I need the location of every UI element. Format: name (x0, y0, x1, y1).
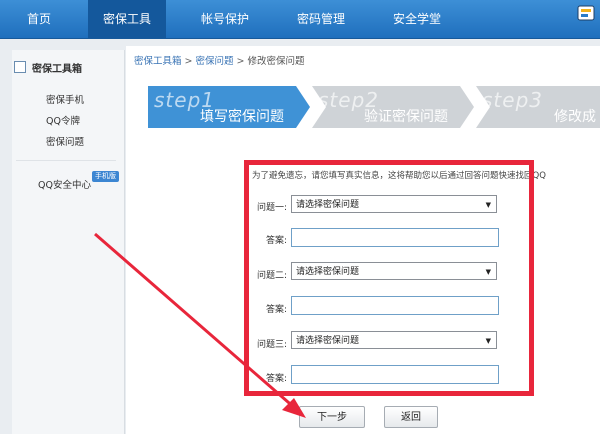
nav-security-school[interactable]: 安全学堂 (378, 0, 456, 38)
sidebar-divider (16, 160, 116, 161)
sidebar (12, 50, 125, 434)
step1: step1 填写密保问题 (148, 86, 298, 128)
sidebar-title-label: 密保工具箱 (32, 64, 82, 75)
nav-account-protection[interactable]: 帐号保护 (186, 0, 264, 38)
breadcrumb-questions[interactable]: 密保问题 (195, 56, 233, 67)
step2: step2 验证密保问题 (312, 86, 462, 128)
sidebar-item-token[interactable]: QQ令牌 (46, 113, 80, 127)
sidebar-title: 密保工具箱 (14, 60, 114, 75)
sidebar-item-phone[interactable]: 密保手机 (46, 92, 84, 106)
mobile-badge: 手机版 (92, 171, 119, 182)
breadcrumb-current: 修改密保问题 (247, 56, 305, 67)
breadcrumb: 密保工具箱 > 密保问题 > 修改密保问题 (134, 56, 305, 67)
step3-cn: 修改成 (554, 109, 596, 125)
step1-cn: 填写密保问题 (200, 109, 284, 125)
breadcrumb-toolbox[interactable]: 密保工具箱 (134, 56, 182, 67)
step3-en: step3 (482, 88, 543, 112)
nav-password-management[interactable]: 密码管理 (282, 0, 360, 38)
toolbox-icon (14, 61, 26, 73)
highlight-box (244, 160, 534, 396)
nav-security-tools[interactable]: 密保工具 (88, 0, 166, 38)
next-button[interactable]: 下一步 (299, 406, 365, 428)
step2-cn: 验证密保问题 (364, 109, 448, 125)
step3: step3 修改成 (476, 86, 600, 128)
top-nav-bar: 首页 密保工具 帐号保护 密码管理 安全学堂 (0, 0, 600, 39)
corner-logo-icon (577, 5, 595, 21)
sidebar-item-qq-center[interactable]: QQ安全中心 (38, 177, 91, 191)
sidebar-item-questions[interactable]: 密保问题 (46, 134, 84, 148)
back-button[interactable]: 返回 (384, 406, 438, 428)
nav-home[interactable]: 首页 (10, 0, 68, 38)
